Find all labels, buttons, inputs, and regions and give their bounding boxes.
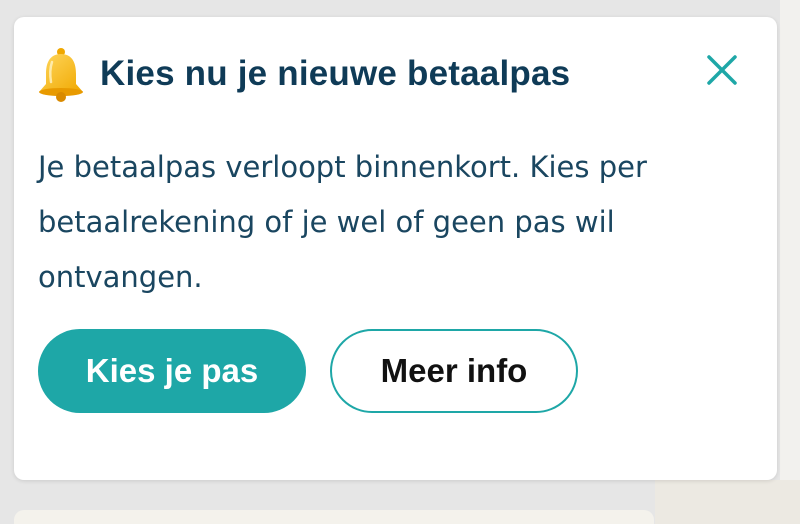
page: Kies nu je nieuwe betaalpas Je betaalpas… (0, 0, 800, 524)
next-card (14, 510, 654, 524)
background-panel (655, 480, 800, 524)
notification-title: Kies nu je nieuwe betaalpas (100, 54, 571, 93)
bell-icon (39, 48, 83, 102)
close-button[interactable] (700, 48, 744, 92)
notification-header: Kies nu je nieuwe betaalpas (34, 46, 570, 102)
more-info-button[interactable]: Meer info (330, 329, 578, 413)
choose-card-button[interactable]: Kies je pas (38, 329, 306, 413)
notification-body: Je betaalpas verloopt binnenkort. Kies p… (38, 150, 647, 294)
close-icon (707, 55, 737, 85)
background-strip (780, 0, 800, 524)
